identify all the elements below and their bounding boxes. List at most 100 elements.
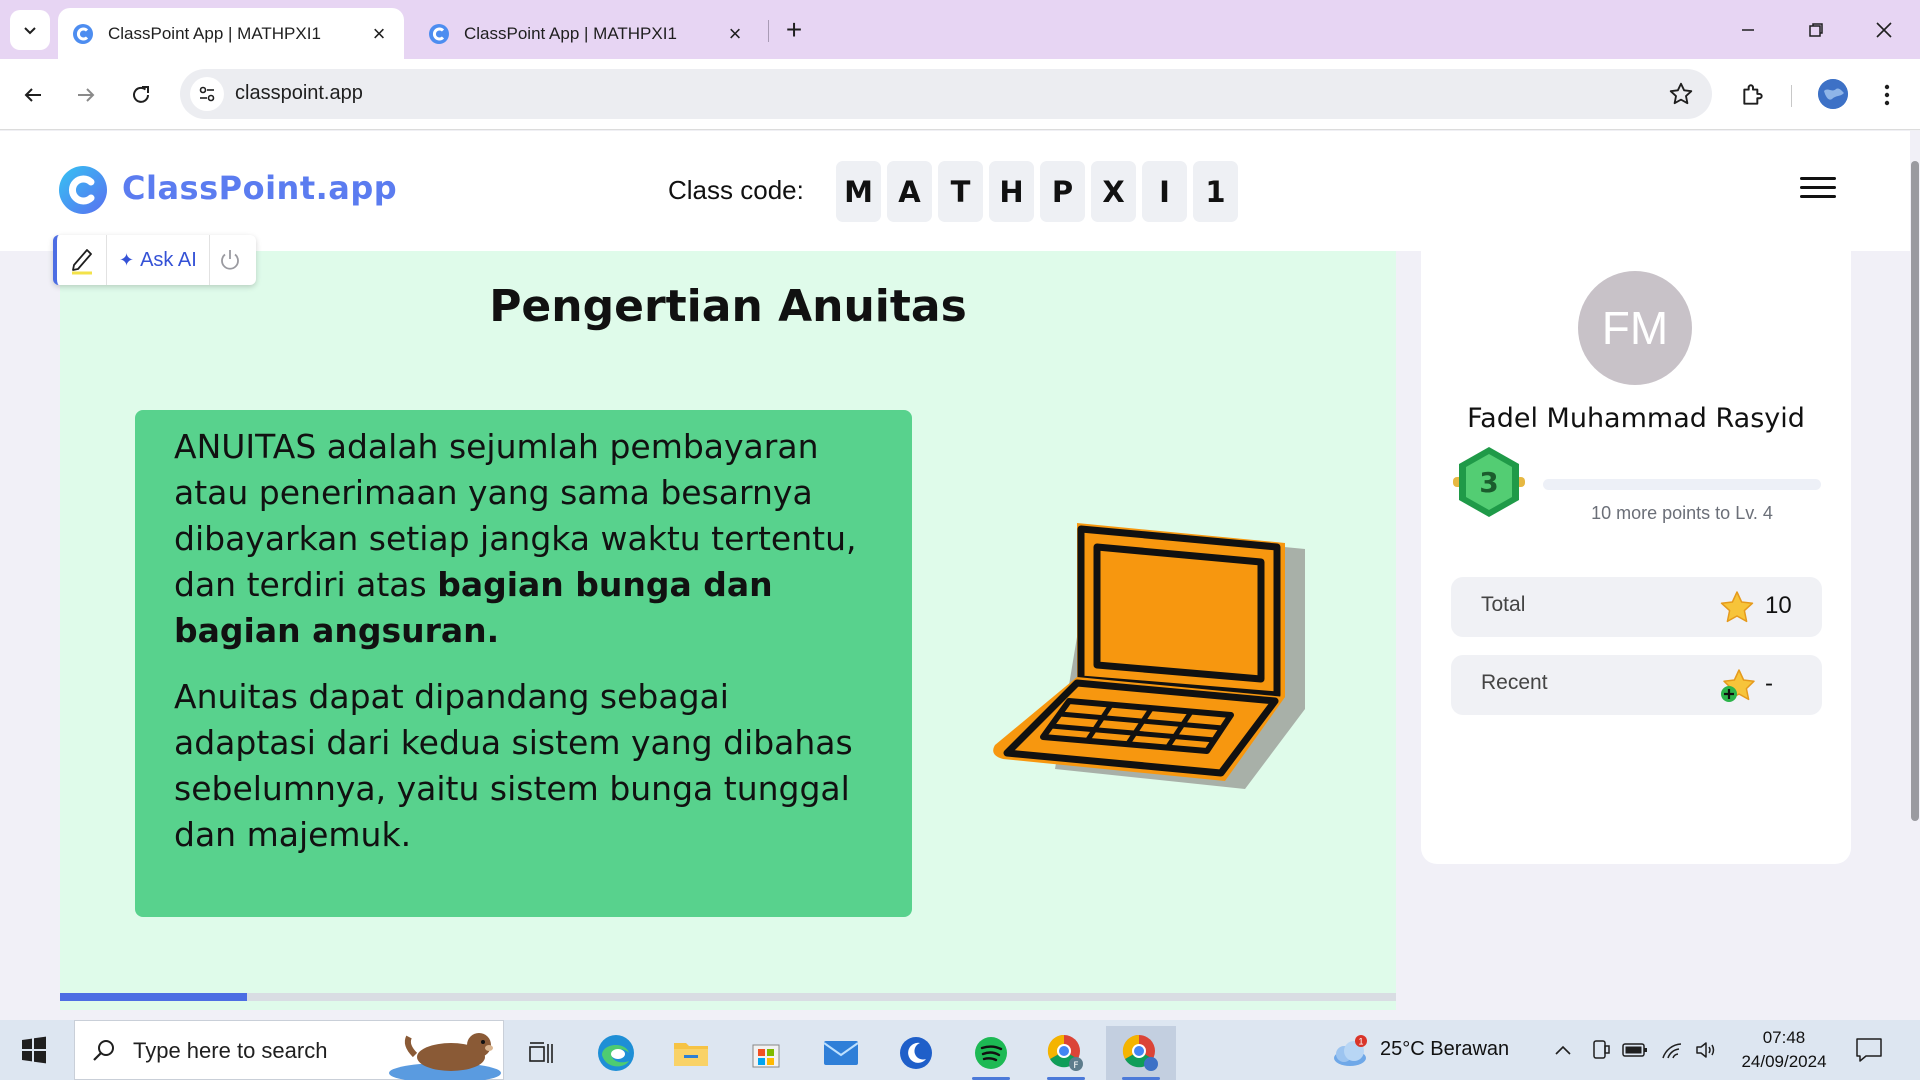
slide-paragraph-1: ANUITAS adalah sejumlah pembayaran atau …: [174, 424, 876, 654]
tab-classpoint-2[interactable]: ClassPoint App | MATHPXI1 ×: [414, 8, 760, 59]
tray-meet-now[interactable]: [1588, 1038, 1614, 1062]
close-tab-icon[interactable]: ×: [366, 21, 392, 47]
hamburger-menu-icon[interactable]: [1800, 177, 1836, 203]
slide-title: Pengertian Anuitas: [489, 281, 967, 332]
puzzle-icon: [1743, 84, 1763, 105]
taskbar-task-view[interactable]: [506, 1026, 576, 1080]
scrollbar-thumb[interactable]: [1911, 161, 1919, 821]
weather-text[interactable]: 25°C Berawan: [1380, 1038, 1509, 1061]
classpoint-logo-icon[interactable]: [58, 165, 108, 215]
restore-icon: [1809, 22, 1823, 37]
minimize-icon: [1742, 28, 1754, 31]
new-tab-button[interactable]: +: [776, 12, 812, 48]
profile-avatar[interactable]: [1818, 79, 1848, 109]
svg-text:F: F: [1073, 1061, 1078, 1071]
class-code-char: P: [1040, 161, 1085, 222]
taskbar-mail[interactable]: [806, 1026, 876, 1080]
taskbar-search-input[interactable]: Type here to search: [74, 1020, 504, 1080]
clock-date: 24/09/2024: [1741, 1052, 1827, 1071]
search-placeholder: Type here to search: [133, 1038, 328, 1063]
taskbar-spotify[interactable]: [956, 1026, 1026, 1080]
taskbar-chrome-profile[interactable]: F: [1031, 1026, 1101, 1080]
extensions-button[interactable]: [1733, 75, 1773, 115]
class-code-char: T: [938, 161, 983, 222]
classpoint-page: ClassPoint.app Class code: M A T H P X I…: [0, 131, 1920, 1020]
student-name: Fadel Muhammad Rasyid: [1467, 403, 1805, 434]
file-explorer-icon: [674, 1043, 708, 1066]
wifi-icon: [1662, 1043, 1682, 1059]
tray-network[interactable]: [1660, 1038, 1686, 1062]
level-number: 3: [1479, 466, 1498, 499]
tab-classpoint-1[interactable]: ClassPoint App | MATHPXI1 ×: [58, 8, 404, 59]
class-code-label: Class code:: [668, 175, 804, 205]
url-text[interactable]: classpoint.app: [235, 82, 363, 105]
close-tab-icon[interactable]: ×: [722, 21, 748, 47]
class-code-char: 1: [1193, 161, 1238, 222]
task-view-icon: [529, 1042, 553, 1063]
page-scrollbar[interactable]: [1910, 161, 1920, 821]
stat-label: Recent: [1481, 671, 1548, 694]
class-code-char: H: [989, 161, 1034, 222]
tray-battery[interactable]: [1622, 1038, 1648, 1062]
app-logo-text[interactable]: ClassPoint.app: [122, 169, 397, 207]
globe-avatar-icon: [1818, 79, 1848, 109]
tab-search-button[interactable]: [10, 10, 50, 50]
stat-label: Total: [1481, 593, 1526, 616]
close-window-button[interactable]: [1850, 0, 1918, 59]
leave-button[interactable]: [210, 235, 250, 285]
forward-button[interactable]: [66, 75, 106, 115]
stat-recent: Recent -: [1451, 655, 1822, 715]
browser-toolbar: classpoint.app: [0, 59, 1920, 130]
tray-overflow-button[interactable]: [1550, 1038, 1576, 1062]
minimize-button[interactable]: [1714, 0, 1782, 59]
device-icon: [1593, 1040, 1610, 1059]
windows-taskbar: Type here to search F 1 25°C Berawan 07:…: [0, 1020, 1920, 1080]
arrow-right-icon: [78, 88, 95, 102]
student-card: FM Fadel Muhammad Rasyid 3 10 more point…: [1421, 251, 1851, 864]
store-icon: [752, 1044, 780, 1068]
star-plus-icon: [1721, 669, 1755, 702]
back-button[interactable]: [13, 75, 53, 115]
slide-text-card: ANUITAS adalah sejumlah pembayaran atau …: [135, 410, 912, 917]
address-bar[interactable]: classpoint.app: [180, 69, 1712, 119]
class-code-char: I: [1142, 161, 1187, 222]
search-icon: [93, 1040, 114, 1061]
arrow-left-icon: [24, 88, 41, 102]
weather-badge: 1: [1358, 1037, 1363, 1047]
taskbar-chrome[interactable]: [1106, 1026, 1176, 1080]
taskbar-file-explorer[interactable]: [656, 1026, 726, 1080]
taskbar-clock[interactable]: 07:48 24/09/2024: [1732, 1026, 1836, 1074]
ask-ai-button[interactable]: ✦ Ask AI: [107, 235, 210, 285]
level-badge-icon: 3: [1453, 447, 1525, 517]
classpoint-favicon-icon: [429, 23, 449, 44]
bookmark-star-icon[interactable]: [1668, 81, 1694, 107]
tray-volume[interactable]: [1694, 1038, 1720, 1062]
star-points-icon: [1720, 591, 1754, 623]
battery-icon: [1622, 1043, 1647, 1057]
stat-value: 10: [1765, 592, 1792, 619]
tune-icon: [199, 86, 215, 102]
edge-icon: [598, 1035, 634, 1071]
weather-cloudy-icon[interactable]: 1: [1330, 1034, 1370, 1068]
taskbar-app-moon[interactable]: [881, 1026, 951, 1080]
mail-icon: [823, 1041, 859, 1065]
reload-icon: [133, 86, 149, 103]
browser-menu-button[interactable]: [1867, 75, 1907, 115]
windows-start-icon[interactable]: [14, 1034, 54, 1066]
site-info-button[interactable]: [190, 77, 224, 111]
notification-center-icon[interactable]: [1854, 1036, 1884, 1064]
pen-icon: [71, 249, 92, 275]
spotify-icon: [975, 1037, 1007, 1069]
chrome-profile-icon: F: [1047, 1034, 1083, 1071]
reload-button[interactable]: [121, 75, 161, 115]
slide-progress-fill: [60, 993, 248, 1001]
pen-tool-button[interactable]: [57, 235, 107, 285]
restore-button[interactable]: [1782, 0, 1850, 59]
stat-value: -: [1765, 670, 1773, 697]
avatar: FM: [1578, 271, 1692, 385]
taskbar-edge[interactable]: [581, 1026, 651, 1080]
taskbar-store[interactable]: [731, 1026, 801, 1080]
close-icon: [1876, 21, 1892, 38]
power-icon: [220, 250, 239, 270]
ask-ai-label: Ask AI: [140, 248, 197, 271]
